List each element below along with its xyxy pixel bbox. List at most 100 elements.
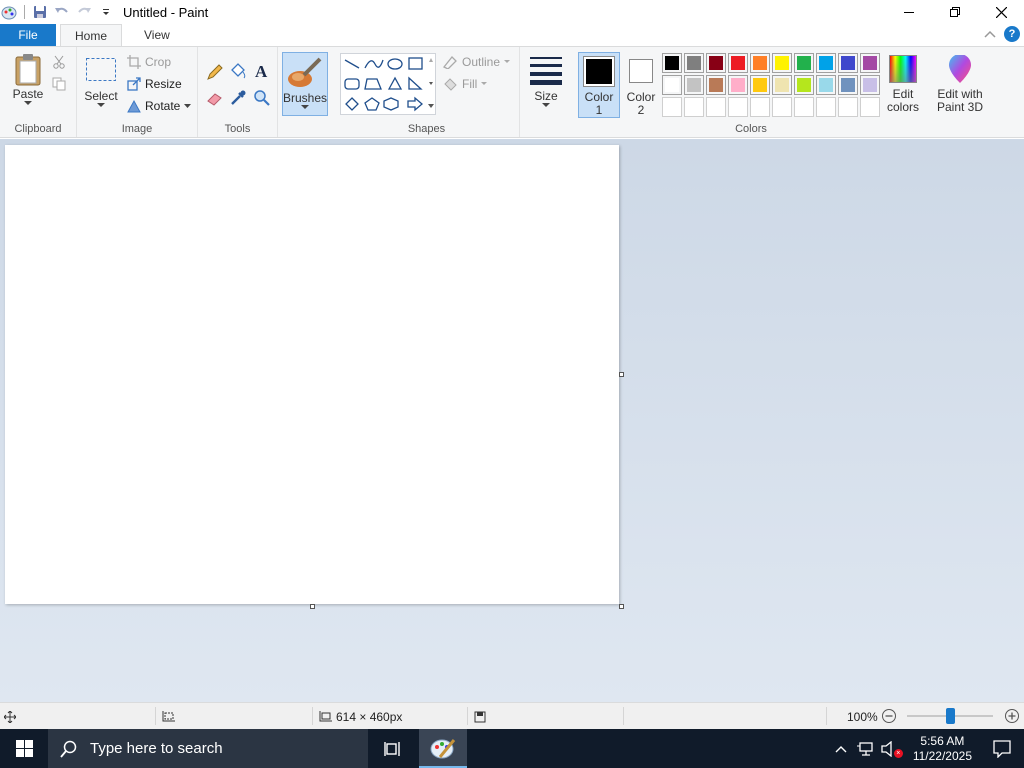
- copy-icon[interactable]: [52, 77, 66, 91]
- canvas-resize-handle-right[interactable]: [619, 372, 624, 377]
- right-triangle-shape-icon[interactable]: [408, 76, 423, 90]
- palette-swatch[interactable]: [794, 97, 814, 117]
- palette-swatch[interactable]: [706, 53, 726, 73]
- palette-swatch[interactable]: [816, 97, 836, 117]
- cut-icon[interactable]: [52, 55, 66, 69]
- paint-app-icon[interactable]: [0, 3, 18, 21]
- eraser-icon[interactable]: [206, 89, 224, 107]
- palette-swatch[interactable]: [816, 75, 836, 95]
- paste-dropdown-icon[interactable]: [24, 101, 32, 106]
- tab-home[interactable]: Home: [60, 24, 123, 47]
- show-hidden-icons-icon[interactable]: [835, 745, 847, 753]
- palette-swatch[interactable]: [728, 53, 748, 73]
- select-dropdown-icon[interactable]: [97, 103, 105, 108]
- paste-button[interactable]: Paste: [8, 53, 48, 106]
- zoom-out-icon[interactable]: [881, 708, 897, 724]
- shapes-scroll-down-icon[interactable]: [429, 82, 433, 85]
- palette-swatch[interactable]: [860, 53, 880, 73]
- crop-button[interactable]: Crop: [127, 55, 171, 69]
- palette-swatch[interactable]: [838, 75, 858, 95]
- save-icon[interactable]: [31, 3, 49, 21]
- line-shape-icon[interactable]: [344, 59, 360, 69]
- oval-shape-icon[interactable]: [387, 58, 403, 70]
- tab-view[interactable]: View: [130, 24, 184, 46]
- pencil-icon[interactable]: [206, 63, 224, 81]
- tab-file[interactable]: File: [0, 24, 56, 46]
- palette-swatch[interactable]: [662, 97, 682, 117]
- drawing-canvas[interactable]: [5, 145, 619, 604]
- shapes-scroll-up-icon[interactable]: [429, 58, 433, 62]
- shapes-expand-icon[interactable]: [428, 104, 434, 108]
- triangle-shape-icon[interactable]: [387, 76, 403, 90]
- right-arrow-shape-icon[interactable]: [407, 96, 423, 112]
- taskbar-search-box[interactable]: Type here to search: [48, 729, 368, 768]
- redo-icon[interactable]: [75, 3, 93, 21]
- fill-button[interactable]: Fill: [442, 77, 488, 91]
- palette-swatch[interactable]: [684, 53, 704, 73]
- palette-swatch[interactable]: [684, 97, 704, 117]
- canvas-resize-handle-corner[interactable]: [619, 604, 624, 609]
- minimize-button[interactable]: [886, 0, 932, 24]
- hexagon-shape-icon[interactable]: [383, 97, 399, 111]
- pentagon-shape-icon[interactable]: [364, 97, 380, 111]
- canvas-resize-handle-bottom[interactable]: [310, 604, 315, 609]
- palette-swatch[interactable]: [794, 75, 814, 95]
- canvas-workspace[interactable]: [0, 139, 1024, 702]
- palette-swatch[interactable]: [794, 53, 814, 73]
- text-tool-icon[interactable]: A: [253, 62, 271, 80]
- palette-swatch[interactable]: [772, 97, 792, 117]
- start-button[interactable]: [0, 729, 48, 768]
- customize-toolbar-icon[interactable]: [97, 3, 115, 21]
- palette-swatch[interactable]: [662, 53, 682, 73]
- palette-swatch[interactable]: [838, 53, 858, 73]
- network-icon[interactable]: [856, 741, 875, 757]
- palette-swatch[interactable]: [750, 97, 770, 117]
- size-button[interactable]: Size: [524, 55, 568, 108]
- colors-group-label: Colors: [735, 123, 767, 135]
- palette-swatch[interactable]: [860, 97, 880, 117]
- palette-swatch[interactable]: [684, 75, 704, 95]
- close-button[interactable]: [978, 0, 1024, 24]
- taskbar-paint-app[interactable]: [419, 729, 467, 768]
- clock-time: 5:56 AM: [920, 733, 965, 748]
- palette-swatch[interactable]: [750, 75, 770, 95]
- palette-swatch[interactable]: [838, 97, 858, 117]
- system-clock[interactable]: 5:56 AM 11/22/2025: [913, 734, 972, 764]
- edit-with-paint3d-button[interactable]: Edit with Paint 3D: [930, 55, 990, 114]
- collapse-ribbon-icon[interactable]: [984, 30, 996, 38]
- undo-icon[interactable]: [53, 3, 71, 21]
- curve-shape-icon[interactable]: [364, 59, 384, 69]
- palette-swatch[interactable]: [860, 75, 880, 95]
- palette-swatch[interactable]: [728, 75, 748, 95]
- fill-bucket-icon[interactable]: [229, 62, 247, 80]
- action-center-button[interactable]: [980, 729, 1024, 768]
- palette-swatch[interactable]: [816, 53, 836, 73]
- diamond-shape-icon[interactable]: [345, 97, 359, 111]
- rounded-rectangle-shape-icon[interactable]: [344, 78, 360, 90]
- resize-button[interactable]: Resize: [127, 77, 182, 91]
- palette-swatch-color: [665, 78, 679, 92]
- palette-swatch[interactable]: [772, 75, 792, 95]
- magnifier-icon[interactable]: [253, 89, 271, 107]
- color-picker-icon[interactable]: [229, 89, 247, 107]
- edit-colors-button[interactable]: Edit colors: [882, 55, 924, 114]
- outline-button[interactable]: Outline: [442, 55, 511, 69]
- brushes-button[interactable]: Brushes: [282, 52, 328, 116]
- palette-swatch[interactable]: [728, 97, 748, 117]
- rectangle-shape-icon[interactable]: [408, 57, 423, 70]
- task-view-button[interactable]: [370, 729, 416, 768]
- palette-swatch[interactable]: [750, 53, 770, 73]
- rotate-dropdown-icon[interactable]: [184, 104, 192, 108]
- palette-swatch[interactable]: [706, 75, 726, 95]
- zoom-in-icon[interactable]: [1004, 708, 1020, 724]
- zoom-slider-thumb[interactable]: [945, 708, 955, 724]
- volume-muted-icon[interactable]: ×: [881, 740, 903, 758]
- help-icon[interactable]: ?: [1004, 26, 1020, 42]
- polygon-shape-icon[interactable]: [364, 78, 382, 90]
- select-button[interactable]: Select: [83, 57, 119, 108]
- palette-swatch[interactable]: [706, 97, 726, 117]
- restore-button[interactable]: [932, 0, 978, 24]
- palette-swatch[interactable]: [662, 75, 682, 95]
- palette-swatch[interactable]: [772, 53, 792, 73]
- rotate-button[interactable]: Rotate: [127, 99, 192, 113]
